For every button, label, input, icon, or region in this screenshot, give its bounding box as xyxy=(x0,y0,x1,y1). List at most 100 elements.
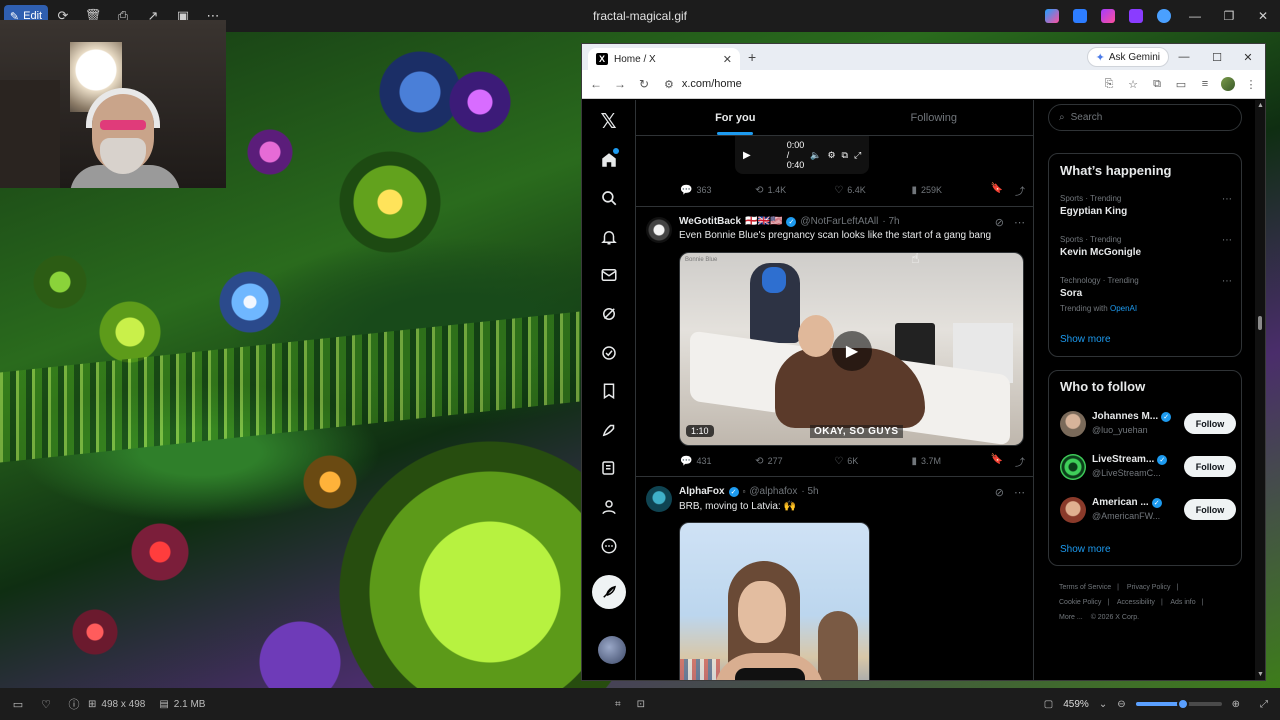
install-app-icon[interactable]: ⎘ xyxy=(1101,78,1117,91)
grok-explain-icon[interactable]: ⊘ xyxy=(995,216,1004,229)
trend-more-icon[interactable]: ⋯ xyxy=(1222,276,1232,287)
cloud-off-icon[interactable] xyxy=(1150,0,1178,32)
follow-button[interactable]: Follow xyxy=(1184,456,1236,477)
post-avatar[interactable] xyxy=(646,217,672,243)
trend-item[interactable]: Technology · Trending Sora Trending with… xyxy=(1060,276,1232,313)
filmstrip-icon[interactable]: ▭ xyxy=(4,698,32,711)
reply-button[interactable]: 💬 431 xyxy=(680,456,755,467)
like-button[interactable]: ♡ 6K xyxy=(834,456,911,467)
pip-icon[interactable]: ⧉ xyxy=(842,150,848,161)
video-play-icon[interactable]: ▶ xyxy=(832,331,872,371)
bookmark-star-icon[interactable]: ☆ xyxy=(1125,78,1141,91)
copilot-icon[interactable] xyxy=(1038,0,1066,32)
tab-following[interactable]: Following xyxy=(835,100,1034,135)
share-post-icon[interactable]: ⤴ xyxy=(1015,183,1025,198)
suggestion-avatar[interactable] xyxy=(1060,411,1086,437)
repost-button[interactable]: ⟲ 1.4K xyxy=(755,185,834,196)
compose-post-button[interactable] xyxy=(591,574,626,609)
post-image[interactable] xyxy=(679,522,870,680)
volume-icon[interactable]: 🔈 xyxy=(810,150,821,161)
repost-button[interactable]: ⟲ 277 xyxy=(755,456,834,467)
articles-icon[interactable] xyxy=(594,453,624,483)
grok-icon[interactable] xyxy=(594,299,624,329)
post-handle[interactable]: @alphafox xyxy=(749,486,797,497)
fullscreen-icon[interactable]: ⤢ xyxy=(854,150,861,161)
footer-ads-link[interactable]: Ads info xyxy=(1170,599,1195,606)
post-time[interactable]: · 5h xyxy=(801,486,818,497)
post-alphafox[interactable]: AlphaFox ✓ ▫ @alphafox · 5h ⊘ ⋯ BRB, mov… xyxy=(636,476,1033,680)
premium-icon[interactable] xyxy=(594,338,624,368)
zoom-value[interactable]: 459% xyxy=(1063,699,1089,710)
clipchamp-icon[interactable] xyxy=(1094,0,1122,32)
trends-show-more[interactable]: Show more xyxy=(1060,334,1111,345)
post-avatar[interactable] xyxy=(646,486,672,512)
trend-more-icon[interactable]: ⋯ xyxy=(1222,194,1232,205)
x-logo-icon[interactable]: 𝕏 xyxy=(594,106,624,136)
visual-search-icon[interactable]: ⊡ xyxy=(637,699,645,710)
scrollbar-thumb[interactable] xyxy=(1258,316,1262,330)
trend-item[interactable]: Sports · Trending Kevin McGonigle ⋯ xyxy=(1060,235,1232,258)
back-icon[interactable]: ← xyxy=(588,77,604,91)
zoom-out-icon[interactable]: ⊖ xyxy=(1117,699,1125,710)
suggestion-avatar[interactable] xyxy=(1060,497,1086,523)
post-time[interactable]: · 7h xyxy=(882,216,899,227)
views-button[interactable]: ▮ 259K xyxy=(911,185,990,196)
explore-icon[interactable] xyxy=(594,183,624,213)
suggestion-avatar[interactable] xyxy=(1060,454,1086,480)
tab-close-icon[interactable]: ✕ xyxy=(723,53,732,66)
page-scrollbar[interactable]: ▲ ▼ xyxy=(1255,100,1265,680)
zoom-slider-knob[interactable] xyxy=(1176,698,1189,710)
maximize-icon[interactable]: ❐ xyxy=(1212,0,1246,32)
follow-suggestion[interactable]: LiveStream... ✓ @LiveStreamC... Follow xyxy=(1060,452,1236,484)
post-video[interactable]: Bonnie Blue ▶ 1:10 OKAY, SO GUYS xyxy=(679,252,1024,446)
designer-icon[interactable] xyxy=(1066,0,1094,32)
new-tab-button[interactable]: + xyxy=(748,49,756,65)
bookmarks-icon[interactable] xyxy=(594,376,624,406)
ask-gemini-button[interactable]: ✦ Ask Gemini xyxy=(1086,47,1169,67)
crop-icon[interactable]: ⌗ xyxy=(615,699,621,710)
post-more-icon[interactable]: ⋯ xyxy=(1014,486,1025,499)
site-info-icon[interactable]: ⚙ xyxy=(664,78,674,91)
browser-menu-icon[interactable]: ⋮ xyxy=(1243,78,1259,91)
tab-for-you[interactable]: For you xyxy=(636,100,835,135)
post-wegotitback[interactable]: WeGotitBack 🏴󠁧󠁢󠁥󠁮󠁧󠁿🇬🇧🇺🇸 ✓ @NotFarLeftAtA… xyxy=(636,206,1033,476)
minimize-icon[interactable]: — xyxy=(1178,0,1212,32)
jobs-rocket-icon[interactable] xyxy=(594,415,624,445)
profile-icon[interactable] xyxy=(594,492,624,522)
footer-privacy-link[interactable]: Privacy Policy xyxy=(1127,584,1171,591)
scroll-up-icon[interactable]: ▲ xyxy=(1257,102,1264,109)
post-more-icon[interactable]: ⋯ xyxy=(1014,216,1025,229)
follow-button[interactable]: Follow xyxy=(1184,413,1236,434)
settings-gear-icon[interactable]: ⚙ xyxy=(827,150,835,161)
browser-close-icon[interactable]: ✕ xyxy=(1233,47,1263,67)
follow-suggestion[interactable]: Johannes M... ✓ @luo_yuehan Follow xyxy=(1060,409,1236,441)
scroll-down-icon[interactable]: ▼ xyxy=(1257,671,1264,678)
home-icon[interactable] xyxy=(594,145,624,175)
fullscreen-viewer-icon[interactable]: ⤢ xyxy=(1260,699,1268,710)
trend-item[interactable]: Sports · Trending Egyptian King ⋯ xyxy=(1060,194,1232,217)
zoom-dropdown-icon[interactable]: ⌄ xyxy=(1099,699,1107,710)
browser-maximize-icon[interactable]: ☐ xyxy=(1202,47,1232,67)
tab-x-home[interactable]: X Home / X ✕ xyxy=(588,48,740,70)
reply-button[interactable]: 💬 363 xyxy=(680,185,755,196)
url-field[interactable]: ⚙ x.com/home xyxy=(660,73,1093,95)
profile-avatar[interactable] xyxy=(1221,77,1235,91)
browser-minimize-icon[interactable]: — xyxy=(1169,47,1199,67)
favorite-icon[interactable]: ♡ xyxy=(32,698,60,711)
bookmark-icon[interactable]: 🔖 xyxy=(991,183,1003,198)
follow-button[interactable]: Follow xyxy=(1184,499,1236,520)
notifications-icon[interactable] xyxy=(594,222,624,252)
trend-sub-link[interactable]: OpenAI xyxy=(1110,304,1137,313)
trend-more-icon[interactable]: ⋯ xyxy=(1222,235,1232,246)
views-button[interactable]: ▮ 3.7M xyxy=(911,456,990,467)
post-author-name[interactable]: AlphaFox xyxy=(679,486,725,497)
footer-cookie-link[interactable]: Cookie Policy xyxy=(1059,599,1101,606)
zoom-slider[interactable] xyxy=(1135,698,1222,710)
messages-icon[interactable] xyxy=(594,260,624,290)
share-post-icon[interactable]: ⤴ xyxy=(1015,454,1025,469)
forward-icon[interactable]: → xyxy=(612,77,628,91)
post-handle[interactable]: @NotFarLeftAtAll xyxy=(800,216,878,227)
close-icon[interactable]: ✕ xyxy=(1246,0,1280,32)
like-button[interactable]: ♡ 6.4K xyxy=(834,185,911,196)
post-author-name[interactable]: WeGotitBack xyxy=(679,216,741,227)
